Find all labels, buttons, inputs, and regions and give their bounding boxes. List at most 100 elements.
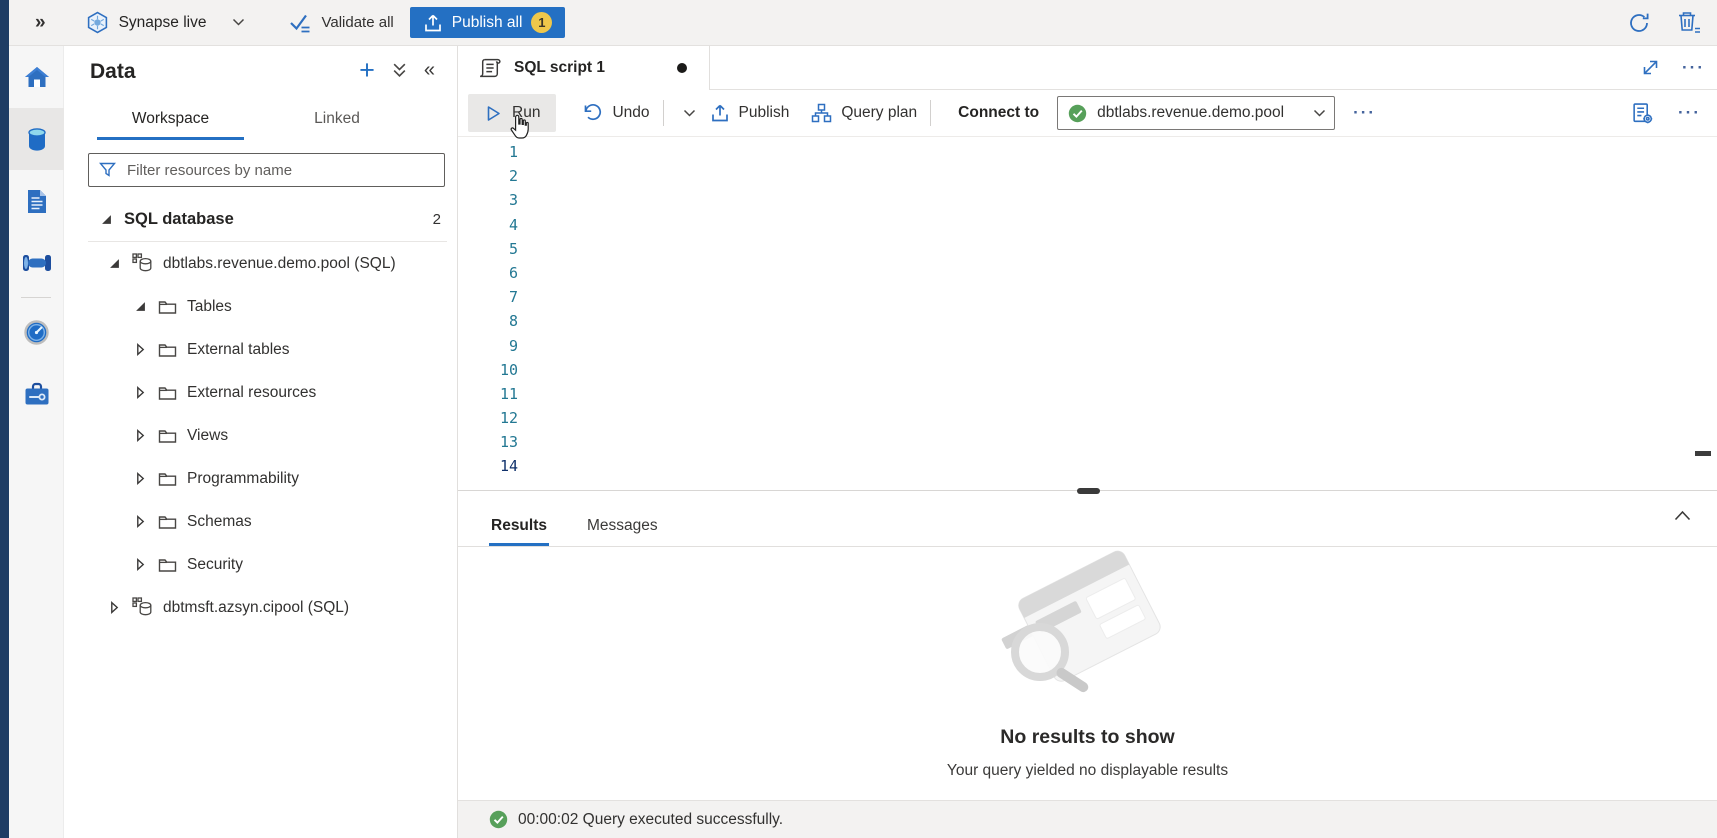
tab-linked[interactable]: Linked: [244, 104, 430, 140]
expand-editor-icon[interactable]: [1641, 58, 1660, 77]
expand-node-icon[interactable]: [134, 558, 147, 571]
tree-item-external-resources[interactable]: External resources: [64, 371, 457, 414]
tab-sql-script-1[interactable]: SQL script 1: [458, 46, 710, 90]
expand-node-icon[interactable]: [134, 429, 147, 442]
empty-results-title: No results to show: [1000, 726, 1174, 749]
tab-results[interactable]: Results: [489, 505, 549, 546]
sql-code-editor[interactable]: 1234567891011121314: [458, 137, 1717, 490]
tree-item-tables[interactable]: Tables: [64, 285, 457, 328]
nav-item-develop[interactable]: [9, 170, 64, 232]
chevron-down-icon: [232, 18, 245, 27]
refresh-button[interactable]: [1625, 9, 1653, 37]
tab-more-icon[interactable]: ···: [1682, 63, 1705, 73]
folder-icon: [158, 385, 177, 401]
toolbar-more-icon[interactable]: ···: [1353, 108, 1376, 118]
splitter-handle[interactable]: [1077, 488, 1100, 494]
filter-box: [88, 153, 445, 187]
actions-chevron-icon[interactable]: [392, 62, 407, 78]
nav-item-data[interactable]: [9, 108, 64, 170]
validate-label: Validate all: [321, 14, 393, 31]
pool-select[interactable]: dbtlabs.revenue.demo.pool: [1057, 96, 1335, 130]
collapse-panel-icon[interactable]: «: [424, 60, 435, 80]
publish-button[interactable]: Publish: [710, 103, 790, 123]
line-number: 9: [458, 334, 518, 358]
editor-region: SQL script 1 ··· Run Undo: [458, 46, 1717, 838]
undo-icon: [582, 103, 603, 123]
expand-nav-icon[interactable]: »: [35, 13, 46, 32]
top-command-bar: » Synapse live Validate all Publish all …: [9, 0, 1717, 46]
code-line-3: 3: [458, 188, 1717, 212]
nav-item-monitor[interactable]: [9, 301, 64, 363]
develop-icon: [25, 188, 49, 215]
tree-item-schemas[interactable]: Schemas: [64, 500, 457, 543]
query-plan-button[interactable]: Query plan: [811, 103, 917, 123]
undo-dropdown-button[interactable]: [677, 105, 702, 122]
expand-node-icon[interactable]: [134, 343, 147, 356]
chevron-down-icon: [1313, 109, 1326, 118]
collapse-node-icon[interactable]: [100, 214, 113, 225]
panel-tabs: Workspace Linked: [64, 104, 457, 140]
nav-item-integrate[interactable]: [9, 232, 64, 294]
query-plan-label: Query plan: [841, 104, 917, 122]
toolbar-divider: [930, 100, 931, 126]
collapse-node-icon[interactable]: [108, 258, 121, 269]
panel-title: Data: [90, 60, 136, 84]
expand-node-icon[interactable]: [134, 472, 147, 485]
tab-workspace[interactable]: Workspace: [97, 104, 244, 140]
validate-all-button[interactable]: Validate all: [289, 12, 393, 34]
connect-to-label: Connect to: [958, 104, 1039, 122]
home-icon: [23, 64, 51, 90]
query-status-bar: 00:00:02 Query executed successfully.: [458, 800, 1717, 838]
collapse-node-icon[interactable]: [134, 301, 147, 312]
data-icon: [24, 126, 50, 153]
monitor-icon: [23, 319, 50, 346]
tree-item-views[interactable]: Views: [64, 414, 457, 457]
tree-item-dbtlabs-revenue-demo-pool-sql[interactable]: dbtlabs.revenue.demo.pool (SQL): [64, 242, 457, 285]
run-button[interactable]: Run: [468, 94, 556, 132]
filter-funnel-icon: [99, 162, 116, 178]
add-resource-icon[interactable]: +: [359, 60, 375, 80]
code-line-10: 10: [458, 358, 1717, 382]
discard-changes-button[interactable]: [1675, 8, 1703, 37]
connected-check-icon: [1068, 104, 1087, 123]
resource-tree: SQL database2dbtlabs.revenue.demo.pool (…: [64, 198, 457, 629]
line-number: 4: [458, 213, 518, 237]
synapse-live-icon: [86, 11, 109, 34]
document-tab-strip: SQL script 1 ···: [458, 46, 1717, 90]
run-label: Run: [512, 104, 540, 122]
document-title: SQL script 1: [514, 59, 605, 77]
tree-item-security[interactable]: Security: [64, 543, 457, 586]
synapse-studio-window: » Synapse live Validate all Publish all …: [0, 0, 1717, 838]
publish-all-button[interactable]: Publish all 1: [410, 7, 566, 38]
undo-label: Undo: [612, 104, 649, 122]
line-number: 11: [458, 382, 518, 406]
sql-pool-icon: [132, 597, 153, 618]
toolbar-divider: [663, 100, 664, 126]
nav-item-home[interactable]: [9, 46, 64, 108]
publish-icon: [423, 13, 443, 33]
publish-doc-icon: [710, 103, 730, 123]
tree-item-programmability[interactable]: Programmability: [64, 457, 457, 500]
code-line-14: 14: [458, 454, 1717, 478]
line-number: 1: [458, 140, 518, 164]
tree-item-external-tables[interactable]: External tables: [64, 328, 457, 371]
tree-item-label: Tables: [187, 298, 232, 316]
toolbar-overflow-icon[interactable]: ···: [1678, 108, 1701, 118]
filter-input[interactable]: [125, 161, 434, 180]
editor-scrollbar-thumb[interactable]: [1695, 451, 1711, 456]
tree-item-sql-database[interactable]: SQL database2: [64, 198, 457, 241]
integrate-icon: [22, 252, 52, 274]
no-results-illustration: [968, 548, 1208, 708]
expand-node-icon[interactable]: [108, 601, 121, 614]
script-settings-icon[interactable]: [1631, 102, 1654, 125]
collapse-results-icon[interactable]: [1674, 510, 1691, 521]
nav-item-manage[interactable]: [9, 363, 64, 425]
expand-node-icon[interactable]: [134, 386, 147, 399]
tree-item-dbtmsft-azsyn-cipool-sql[interactable]: dbtmsft.azsyn.cipool (SQL): [64, 586, 457, 629]
tab-messages[interactable]: Messages: [585, 505, 660, 546]
expand-node-icon[interactable]: [134, 515, 147, 528]
tree-item-label: Programmability: [187, 470, 299, 488]
undo-button[interactable]: Undo: [582, 103, 649, 123]
mode-selector[interactable]: Synapse live: [86, 11, 246, 34]
window-edge-strip: [0, 0, 9, 838]
